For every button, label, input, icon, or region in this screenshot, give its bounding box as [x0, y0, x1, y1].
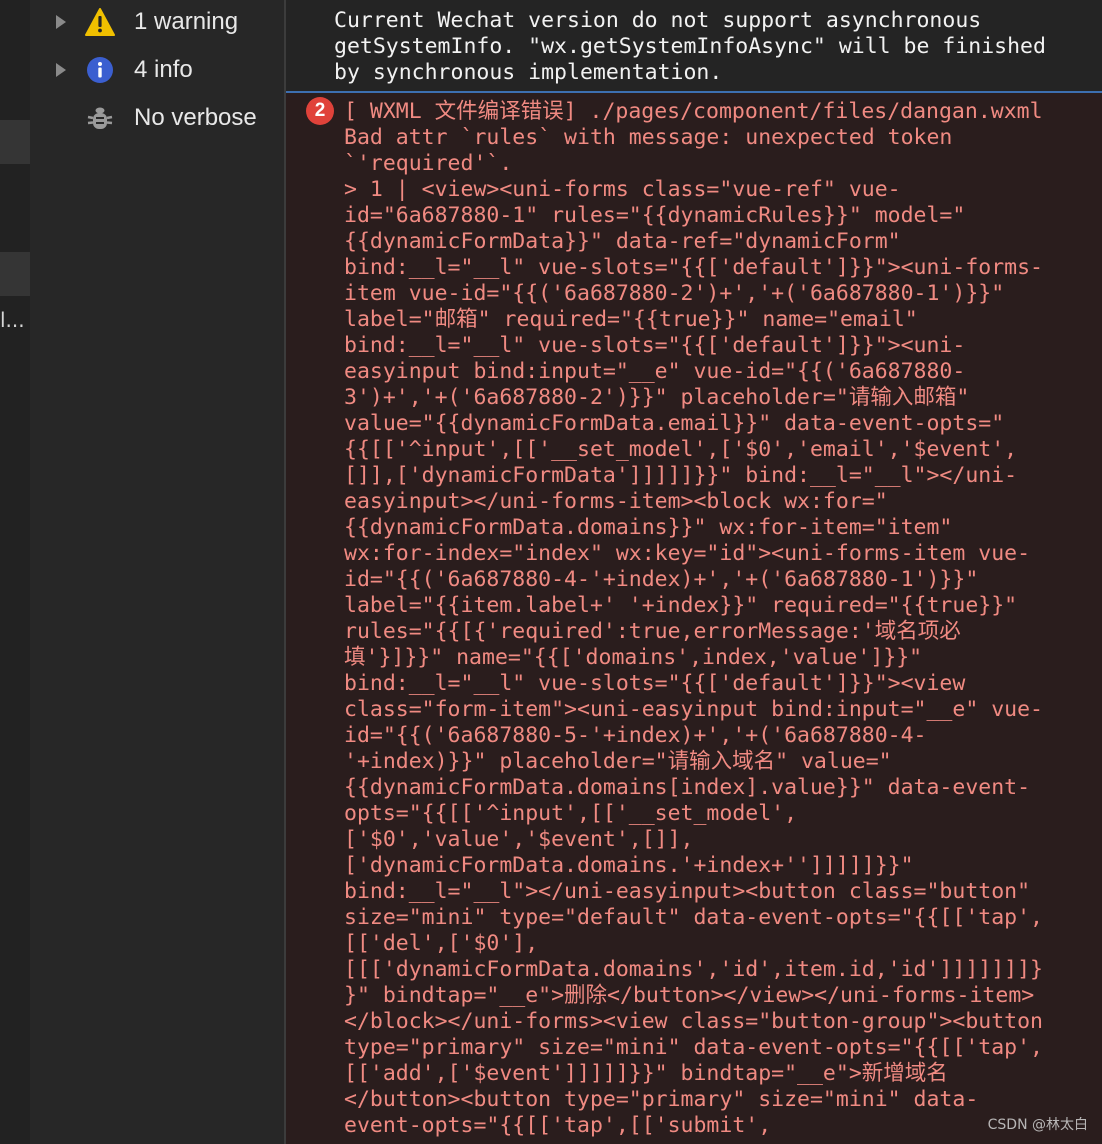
error-line: item vue-id="{{('6a687880-2')+','+('6a68… [344, 281, 1005, 306]
warning-message-text: Current Wechat version do not support as… [334, 8, 1046, 85]
error-line: {{dynamicFormData.domains}}" wx:for-item… [344, 515, 953, 540]
filter-label-verbose: No verbose [134, 104, 257, 131]
error-line: > 1 | <view><uni-forms class="vue-ref" v… [344, 177, 901, 202]
warning-icon [85, 7, 115, 37]
error-line: value="{{dynamicFormData.email}}" data-e… [344, 411, 1005, 436]
error-line: wx:for-index="index" wx:key="id"><uni-fo… [344, 541, 1031, 566]
error-line: class="form-item"><uni-easyinput bind:in… [344, 697, 1043, 722]
error-line: size="mini" type="default" data-event-op… [344, 905, 1043, 930]
filter-info[interactable]: 4 info [30, 48, 284, 92]
error-line: event-opts="{{[['tap',[['submit', [344, 1113, 772, 1138]
error-line: `'required'`. [344, 151, 513, 176]
error-line: bind:__l="__l" vue-slots="{{['default']}… [344, 333, 966, 358]
error-line: </button><button type="primary" size="mi… [344, 1087, 979, 1112]
error-line: type="primary" size="mini" data-event-op… [344, 1035, 1043, 1060]
error-line: [['del',['$0'], [344, 931, 539, 956]
filter-warnings[interactable]: 1 warning [30, 0, 284, 44]
console-sidebar: 1 warning 4 info No verbose [30, 0, 284, 1144]
error-line: bind:__l="__l" vue-slots="{{['default']}… [344, 671, 966, 696]
error-line: id="{{('6a687880-5-'+index)+','+('6a6878… [344, 723, 927, 748]
left-panel-tab[interactable] [0, 120, 30, 164]
error-line: bind:__l="__l" vue-slots="{{['default']}… [344, 255, 1043, 280]
error-line: []],['dynamicFormData']]]]]}}" bind:__l=… [344, 463, 1018, 488]
left-panel-tab[interactable] [0, 252, 30, 296]
error-line: [ WXML 文件编译错误] ./pages/component/files/d… [344, 99, 1043, 124]
error-line: ['dynamicFormData.domains.'+index+'']]]]… [344, 853, 914, 878]
truncated-tab-label: l... [0, 308, 25, 332]
error-line: {{[['^input',[['__set_model',['$0','emai… [344, 437, 1018, 462]
filter-label-info: 4 info [134, 56, 193, 83]
expand-arrow-icon[interactable] [56, 63, 66, 77]
error-line: easyinput bind:input="__e" vue-id="{{('6… [344, 359, 966, 384]
watermark: CSDN @林太白 [987, 1117, 1088, 1133]
error-line: {{dynamicFormData}}" data-ref="dynamicFo… [344, 229, 901, 254]
error-message-text: [ WXML 文件编译错误] ./pages/component/files/d… [344, 99, 1064, 1139]
error-line: '+index)}}" placeholder="请输入域名" value=" [344, 749, 892, 774]
error-line: ['$0','value','$event',[]], [344, 827, 694, 852]
error-line: bind:__l="__l"></uni-easyinput><button c… [344, 879, 1031, 904]
error-line: id="6a687880-1" rules="{{dynamicRules}}"… [344, 203, 966, 228]
error-line: }" bindtap="__e">删除</button></view></uni… [344, 983, 1035, 1008]
expand-arrow-icon[interactable] [56, 15, 66, 29]
filter-verbose[interactable]: No verbose [30, 96, 284, 140]
filter-label-warnings: 1 warning [134, 8, 239, 35]
error-line: rules="{{[{'required':true,errorMessage:… [344, 619, 961, 644]
error-line: label="邮箱" required="{{true}}" name="ema… [344, 307, 918, 332]
error-line: Bad attr `rules` with message: unexpecte… [344, 125, 953, 150]
error-line: opts="{{[['^input',[['__set_model', [344, 801, 798, 826]
error-line: </block></uni-forms><view class="button-… [344, 1009, 1043, 1034]
info-icon [85, 55, 115, 85]
error-count-badge: 2 [306, 97, 334, 125]
error-line: easyinput></uni-forms-item><block wx:for… [344, 489, 888, 514]
left-panel-strip: l... [0, 0, 30, 1144]
error-line: id="{{('6a687880-4-'+index)+','+('6a6878… [344, 567, 979, 592]
console-output: Current Wechat version do not support as… [286, 0, 1102, 1144]
error-line: [[['dynamicFormData.domains','id',item.i… [344, 957, 1043, 982]
console-message-warning: Current Wechat version do not support as… [286, 0, 1102, 90]
error-line: {{dynamicFormData.domains[index].value}}… [344, 775, 1031, 800]
error-line: label="{{item.label+' '+index}}" require… [344, 593, 1018, 618]
error-line: [['add',['$event']]]]]}}" bindtap="__e">… [344, 1061, 948, 1086]
error-line: 填'}]}}" name="{{['domains',index,'value'… [344, 645, 923, 670]
bug-icon [85, 103, 115, 133]
console-message-error: 2 [ WXML 文件编译错误] ./pages/component/files… [286, 93, 1102, 1144]
error-line: 3')+','+('6a687880-2')}}" placeholder="请… [344, 385, 970, 410]
